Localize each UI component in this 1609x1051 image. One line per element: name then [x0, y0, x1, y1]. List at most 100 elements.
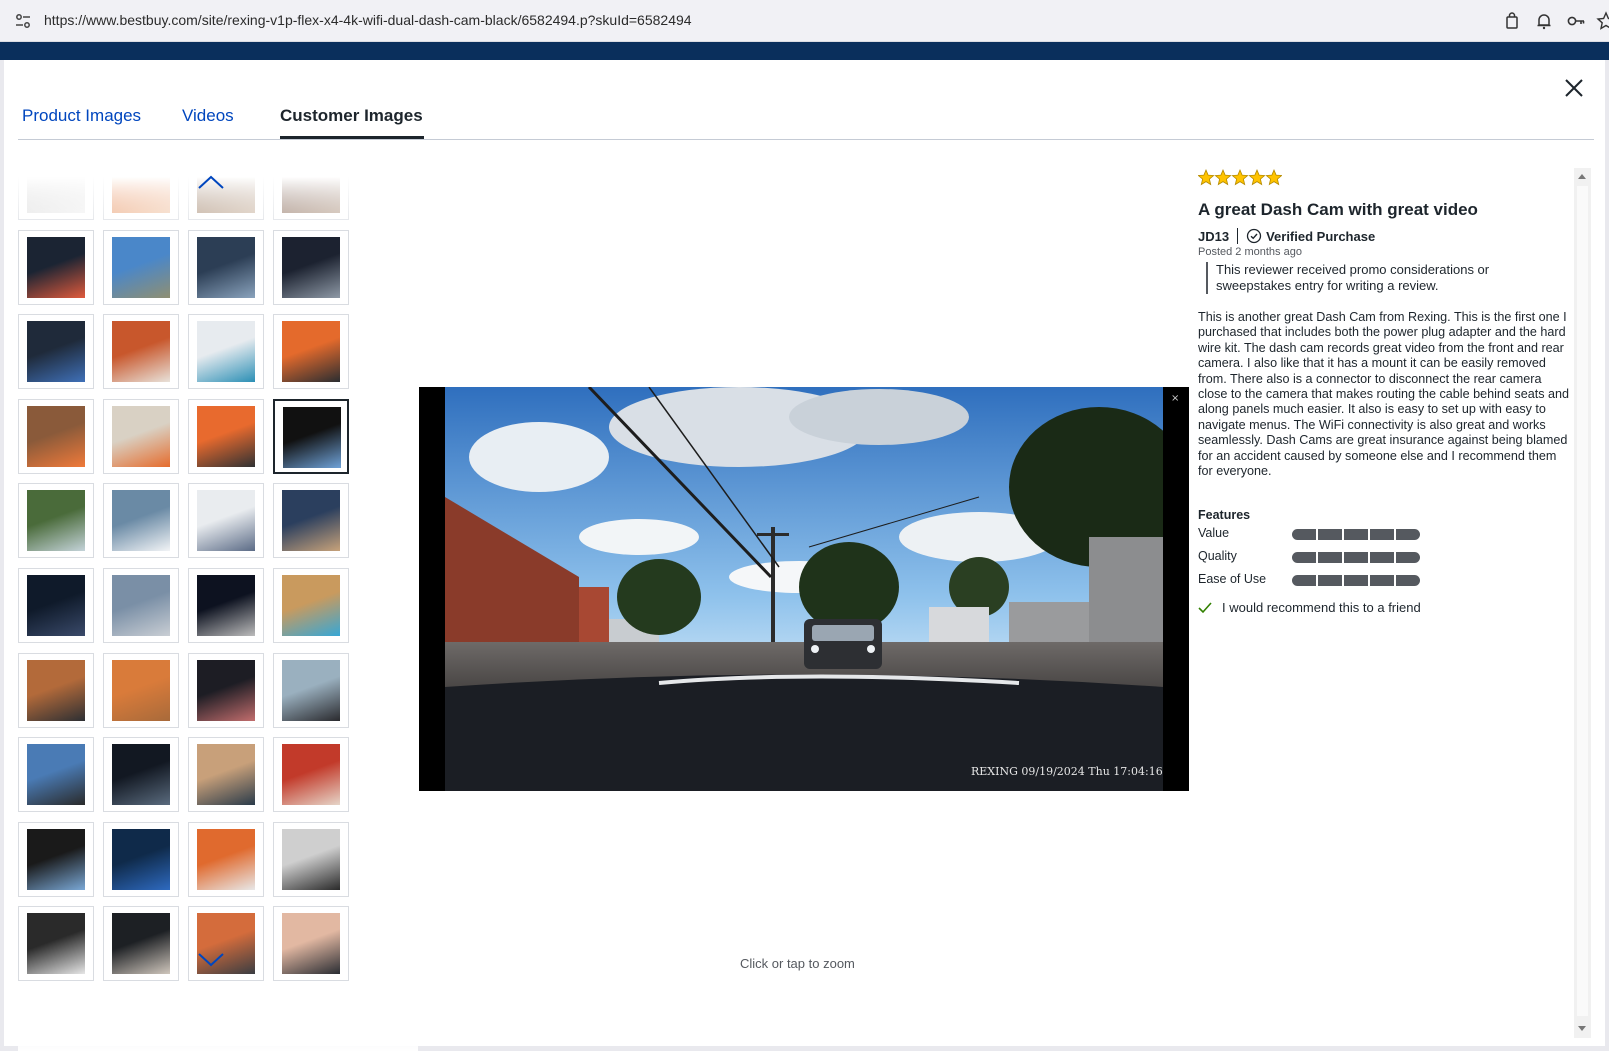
thumbnail-image	[282, 490, 340, 552]
feature-label: Ease of Use	[1198, 572, 1267, 586]
customer-image-thumbnail[interactable]	[273, 229, 349, 305]
tab-customer-images[interactable]: Customer Images	[280, 106, 423, 126]
review-author[interactable]: JD13	[1198, 229, 1229, 244]
thumbnail-image	[27, 828, 85, 890]
rating-segment	[1396, 575, 1420, 586]
thumbnail-image	[197, 659, 255, 721]
customer-image-thumbnail[interactable]	[188, 229, 264, 305]
thumbnail-image	[112, 490, 170, 552]
customer-image-thumbnail[interactable]	[18, 568, 94, 643]
customer-image-thumbnail[interactable]	[18, 821, 94, 897]
site-info-icon[interactable]	[14, 12, 32, 30]
thumbnail-image	[27, 744, 85, 806]
customer-image-thumbnail[interactable]	[103, 906, 179, 982]
active-tab-indicator	[280, 136, 424, 139]
thumbnail-image	[27, 575, 85, 636]
star-icon	[1214, 168, 1232, 186]
checkmark-icon	[1198, 601, 1212, 613]
customer-image-thumbnail[interactable]	[103, 568, 179, 643]
author-separator	[1237, 228, 1239, 244]
rating-segment	[1344, 575, 1368, 586]
customer-image-thumbnail[interactable]	[188, 737, 264, 813]
chevron-down-icon[interactable]	[196, 950, 226, 970]
customer-image-thumbnail[interactable]	[188, 652, 264, 728]
chevron-up-icon[interactable]	[196, 172, 226, 192]
customer-image-thumbnail[interactable]	[18, 737, 94, 813]
customer-image-thumbnail[interactable]	[103, 737, 179, 813]
thumbnail-image	[112, 575, 170, 636]
customer-image-thumbnail[interactable]	[103, 652, 179, 728]
customer-image-thumbnail[interactable]	[18, 906, 94, 982]
posted-date: Posted 2 months ago	[1198, 246, 1302, 258]
customer-image-thumbnail[interactable]	[188, 398, 264, 474]
customer-image-thumbnail[interactable]	[103, 821, 179, 897]
thumbnail-image	[27, 659, 85, 721]
rating-segment	[1318, 552, 1342, 563]
customer-image-thumbnail[interactable]	[273, 483, 349, 559]
customer-image-thumbnail[interactable]	[273, 568, 349, 643]
scrollbar-thumb[interactable]	[1577, 186, 1588, 1016]
rating-segment	[1344, 529, 1368, 540]
thumbnail-fade-bottom	[18, 1017, 418, 1051]
thumbnail-image	[282, 828, 340, 890]
scroll-up-arrow-icon[interactable]	[1578, 174, 1586, 179]
customer-image-thumbnail[interactable]	[18, 229, 94, 305]
customer-image-thumbnail[interactable]	[188, 906, 264, 982]
thumbnail-image	[197, 575, 255, 636]
star-icon	[1265, 168, 1282, 186]
thumbnail-image	[112, 828, 170, 890]
customer-image-thumbnail[interactable]	[273, 906, 349, 982]
promo-disclosure: This reviewer received promo considerati…	[1206, 262, 1516, 294]
customer-image-thumbnail[interactable]	[103, 398, 179, 474]
main-customer-image[interactable]: REXING 09/19/2024 Thu 17:04:16 ×	[419, 385, 1189, 791]
customer-image-thumbnail[interactable]	[273, 652, 349, 728]
customer-image-thumbnail[interactable]	[103, 314, 179, 390]
zoom-hint: Click or tap to zoom	[740, 956, 855, 971]
customer-image-thumbnail[interactable]	[18, 483, 94, 559]
thumbnail-image	[197, 405, 255, 467]
rating-segment	[1396, 552, 1420, 563]
star-icon	[1231, 168, 1249, 186]
dashcam-photo: REXING 09/19/2024 Thu 17:04:16 ×	[419, 385, 1189, 791]
scroll-down-arrow-icon[interactable]	[1578, 1026, 1586, 1031]
rating-stars	[1198, 168, 1282, 186]
feature-rating-bar	[1292, 529, 1422, 541]
customer-image-thumbnail[interactable]	[103, 229, 179, 305]
customer-image-thumbnail[interactable]	[18, 314, 94, 390]
dashcam-timestamp-overlay: REXING 09/19/2024 Thu 17:04:16	[971, 765, 1163, 778]
customer-image-thumbnail[interactable]	[103, 483, 179, 559]
recommend-text: I would recommend this to a friend	[1222, 600, 1421, 615]
customer-image-thumbnail[interactable]	[188, 821, 264, 897]
customer-image-thumbnail[interactable]	[188, 483, 264, 559]
cart-icon[interactable]	[1502, 11, 1522, 31]
thumbnail-image	[112, 405, 170, 467]
review-scrollbar[interactable]	[1574, 168, 1591, 1038]
rating-segment	[1292, 529, 1316, 540]
feature-label: Value	[1198, 526, 1230, 540]
url-text[interactable]: https://www.bestbuy.com/site/rexing-v1p-…	[44, 12, 692, 28]
customer-image-thumbnail[interactable]	[18, 398, 94, 474]
bell-icon[interactable]	[1534, 11, 1554, 31]
media-gallery-modal: Product Images Videos Customer Images RE…	[4, 60, 1605, 1051]
thumbnail-image	[282, 321, 340, 383]
site-header-strip	[0, 42, 1609, 60]
review-panel: A great Dash Cam with great video JD13 V…	[1194, 166, 1574, 1036]
customer-image-thumbnail[interactable]	[18, 652, 94, 728]
thumbnail-image	[27, 236, 85, 298]
customer-image-thumbnail[interactable]	[273, 737, 349, 813]
rating-segment	[1370, 529, 1394, 540]
tab-videos[interactable]: Videos	[182, 106, 234, 126]
customer-image-thumbnail[interactable]	[273, 314, 349, 390]
thumbnail-image	[197, 744, 255, 806]
close-icon[interactable]	[1562, 76, 1586, 100]
tab-product-images[interactable]: Product Images	[22, 106, 141, 126]
customer-image-thumbnail[interactable]	[273, 398, 349, 474]
recommend-row: I would recommend this to a friend	[1198, 600, 1421, 615]
verified-check-icon	[1246, 228, 1262, 244]
customer-image-thumbnail[interactable]	[188, 314, 264, 390]
customer-image-thumbnail[interactable]	[188, 568, 264, 643]
thumbnail-image	[112, 913, 170, 975]
star-icon[interactable]	[1596, 11, 1609, 31]
customer-image-thumbnail[interactable]	[273, 821, 349, 897]
key-icon[interactable]	[1566, 11, 1586, 31]
